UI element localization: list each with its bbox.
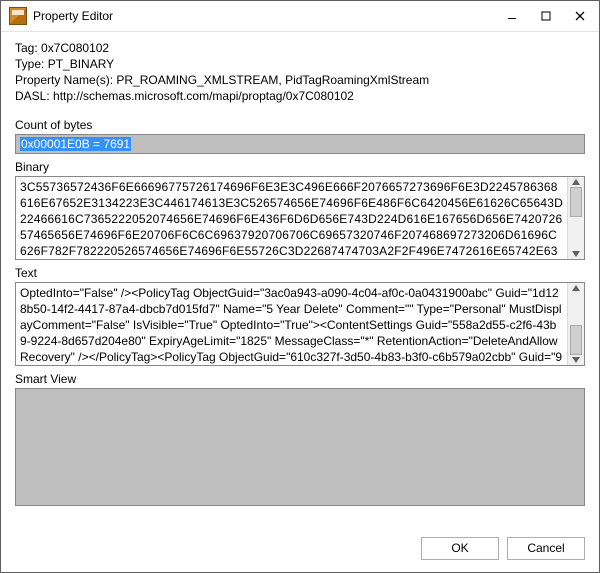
- ok-button[interactable]: OK: [421, 537, 499, 560]
- app-icon: [9, 7, 27, 25]
- close-button[interactable]: [563, 2, 597, 30]
- scroll-down-icon[interactable]: [568, 251, 584, 257]
- window-title: Property Editor: [33, 9, 495, 23]
- maximize-button[interactable]: [529, 2, 563, 30]
- window-buttons: [495, 2, 597, 30]
- dasl-label: DASL:: [15, 89, 50, 103]
- minimize-button[interactable]: [495, 2, 529, 30]
- smartview-field[interactable]: [15, 388, 585, 506]
- binary-field[interactable]: 3C55736572436F6E66696775726174696F6E3E3C…: [15, 176, 585, 260]
- cancel-button[interactable]: Cancel: [507, 537, 585, 560]
- tag-label: Tag:: [15, 41, 38, 55]
- dasl-line: DASL: http://schemas.microsoft.com/mapi/…: [15, 88, 585, 104]
- count-field[interactable]: 0x00001E0B = 7691: [15, 134, 585, 154]
- names-label: Property Name(s):: [15, 73, 113, 87]
- names-line: Property Name(s): PR_ROAMING_XMLSTREAM, …: [15, 72, 585, 88]
- property-metadata: Tag: 0x7C080102 Type: PT_BINARY Property…: [15, 40, 585, 104]
- scroll-down-icon[interactable]: [568, 357, 584, 363]
- type-line: Type: PT_BINARY: [15, 56, 585, 72]
- scroll-thumb[interactable]: [570, 187, 582, 217]
- count-label: Count of bytes: [15, 118, 585, 132]
- button-bar: OK Cancel: [1, 527, 599, 572]
- scroll-thumb[interactable]: [570, 325, 582, 355]
- titlebar: Property Editor: [1, 1, 599, 32]
- text-field[interactable]: OptedInto="False" /><PolicyTag ObjectGui…: [15, 282, 585, 366]
- tag-value: 0x7C080102: [41, 41, 109, 55]
- window: Property Editor Tag: 0x7C080102 Type: PT…: [0, 0, 600, 573]
- type-label: Type:: [15, 57, 44, 71]
- binary-label: Binary: [15, 160, 585, 174]
- binary-scrollbar[interactable]: [567, 177, 584, 259]
- text-scrollbar[interactable]: [567, 283, 584, 365]
- text-value: OptedInto="False" /><PolicyTag ObjectGui…: [16, 283, 567, 365]
- smartview-label: Smart View: [15, 372, 585, 386]
- count-value: 0x00001E0B = 7691: [20, 137, 131, 151]
- dasl-value: http://schemas.microsoft.com/mapi/propta…: [53, 89, 354, 103]
- content-area: Tag: 0x7C080102 Type: PT_BINARY Property…: [1, 32, 599, 527]
- scroll-up-icon[interactable]: [568, 179, 584, 185]
- tag-line: Tag: 0x7C080102: [15, 40, 585, 56]
- type-value: PT_BINARY: [48, 57, 114, 71]
- text-label: Text: [15, 266, 585, 280]
- binary-value: 3C55736572436F6E66696775726174696F6E3E3C…: [16, 177, 567, 259]
- names-value: PR_ROAMING_XMLSTREAM, PidTagRoamingXmlSt…: [116, 73, 429, 87]
